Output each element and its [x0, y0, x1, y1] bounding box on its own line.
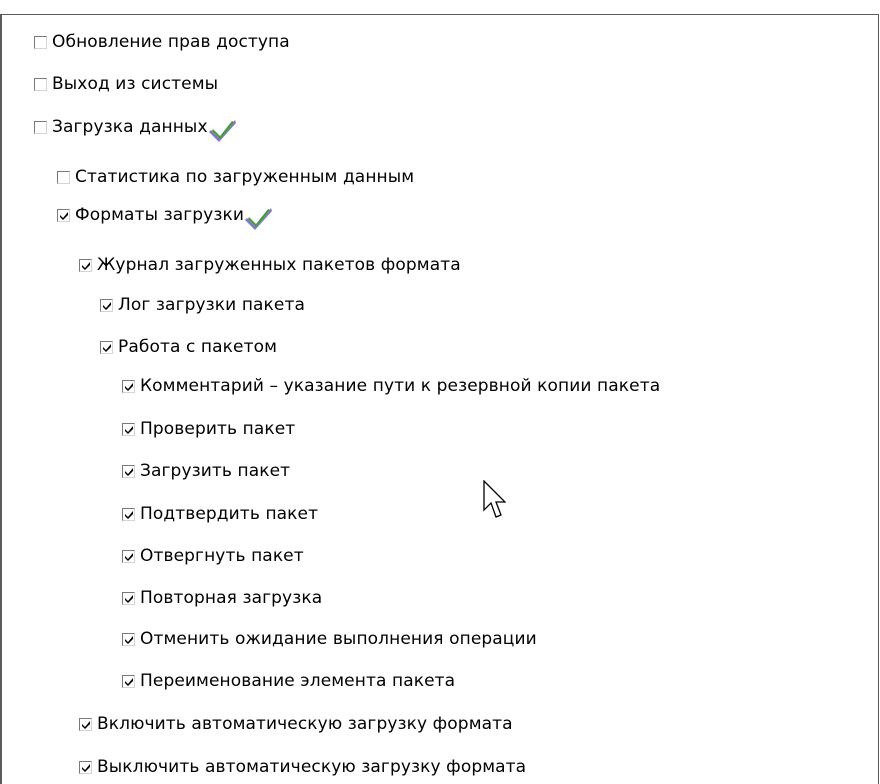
checkbox-checked[interactable]	[122, 464, 135, 478]
checkbox[interactable]	[34, 77, 47, 91]
tree-item-upload-formats[interactable]: Форматы загрузки	[57, 204, 275, 230]
tree-item-label: Загрузить пакет	[140, 461, 291, 481]
checkbox-checked[interactable]	[122, 507, 135, 521]
tree-item-label: Форматы загрузки	[75, 205, 244, 225]
tree-item-reject-package[interactable]: Отвергнуть пакет	[122, 545, 304, 567]
tree-item-label: Лог загрузки пакета	[118, 295, 305, 315]
checkbox-checked[interactable]	[122, 674, 135, 688]
checkbox[interactable]	[34, 120, 47, 134]
tree-item-label: Обновление прав доступа	[52, 32, 290, 52]
tree-item-label: Проверить пакет	[140, 419, 296, 439]
checkbox-checked[interactable]	[122, 591, 135, 605]
checkbox-checked[interactable]	[100, 340, 113, 354]
permissions-tree: Обновление прав доступа Выход из системы…	[0, 0, 880, 784]
tree-item-reload[interactable]: Повторная загрузка	[122, 587, 322, 609]
checkbox-checked[interactable]	[122, 422, 135, 436]
tree-item-label: Отменить ожидание выполнения операции	[140, 629, 537, 649]
tree-item-label: Загрузка данных	[52, 117, 208, 137]
tree-item-stats[interactable]: Статистика по загруженным данным	[57, 166, 414, 188]
tree-item-label: Подтвердить пакет	[140, 504, 319, 524]
tree-item-label: Включить автоматическую загрузку формата	[97, 714, 513, 734]
tree-item-check-package[interactable]: Проверить пакет	[122, 418, 295, 440]
tree-item-rename-element[interactable]: Переименование элемента пакета	[122, 670, 455, 692]
tree-item-journal[interactable]: Журнал загруженных пакетов формата	[79, 254, 461, 276]
green-check-icon	[245, 208, 272, 230]
tree-item-label: Работа с пакетом	[118, 337, 278, 357]
checkbox[interactable]	[34, 35, 47, 49]
tree-item-disable-autoload[interactable]: Выключить автоматическую загрузку формат…	[79, 756, 526, 778]
tree-item-label: Повторная загрузка	[140, 588, 323, 608]
checkbox-checked[interactable]	[57, 208, 70, 222]
checkbox-checked[interactable]	[79, 760, 92, 774]
tree-item-label: Статистика по загруженным данным	[75, 167, 415, 187]
tree-item-comment[interactable]: Комментарий – указание пути к резервной …	[122, 375, 660, 397]
tree-item-log[interactable]: Лог загрузки пакета	[100, 294, 305, 316]
tree-item-logout[interactable]: Выход из системы	[34, 73, 218, 95]
checkbox-checked[interactable]	[122, 379, 135, 393]
tree-item-access-rights-update[interactable]: Обновление прав доступа	[34, 31, 290, 53]
tree-item-label: Отвергнуть пакет	[140, 546, 304, 566]
tree-item-enable-autoload[interactable]: Включить автоматическую загрузку формата	[79, 713, 513, 735]
checkbox-checked[interactable]	[79, 717, 92, 731]
tree-item-data-loading[interactable]: Загрузка данных	[34, 116, 239, 142]
tree-item-label: Переименование элемента пакета	[140, 671, 456, 691]
arrow-cursor-icon	[483, 480, 506, 518]
tree-item-package-work[interactable]: Работа с пакетом	[100, 336, 277, 358]
green-check-icon	[208, 120, 236, 142]
checkbox-checked[interactable]	[122, 632, 135, 646]
checkbox-checked[interactable]	[122, 549, 135, 563]
checkbox[interactable]	[57, 170, 70, 184]
tree-item-confirm-package[interactable]: Подтвердить пакет	[122, 503, 318, 525]
tree-item-cancel-wait[interactable]: Отменить ожидание выполнения операции	[122, 628, 537, 650]
tree-item-label: Выход из системы	[52, 74, 219, 94]
tree-item-label: Выключить автоматическую загрузку формат…	[97, 757, 527, 777]
tree-item-label: Журнал загруженных пакетов формата	[97, 255, 461, 275]
checkbox-checked[interactable]	[100, 298, 113, 312]
tree-item-label: Комментарий – указание пути к резервной …	[140, 376, 661, 396]
tree-item-load-package[interactable]: Загрузить пакет	[122, 460, 290, 482]
checkbox-checked[interactable]	[79, 258, 92, 272]
